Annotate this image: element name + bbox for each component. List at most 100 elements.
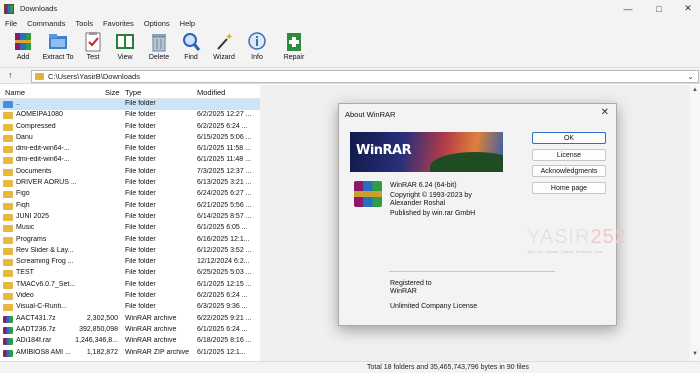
add-label: Add <box>16 54 30 61</box>
file-size: 2,302,500 <box>86 314 118 322</box>
license-button[interactable]: License <box>532 149 606 161</box>
file-row[interactable]: dmi-edit-win64-... File folder 6/1/2025 11… <box>0 144 260 155</box>
menu-favorites[interactable]: Favorites <box>98 19 139 28</box>
path-input[interactable]: C:\Users\YasirB\Downloads ⌄ <box>31 70 699 83</box>
delete-button[interactable]: Delete <box>143 31 175 65</box>
acknowledgments-button[interactable]: Acknowledgments <box>532 165 606 177</box>
banner-logo-text: WinRAR <box>356 143 412 158</box>
menu-commands[interactable]: Commands <box>22 19 70 28</box>
file-row[interactable]: AMIBIOS8 AMI ... 1,182,872 WinRAR ZIP arch… <box>0 348 260 359</box>
file-row[interactable]: ADi184f.rar 1,246,346,8... WinRAR archive 6… <box>0 336 260 347</box>
menu-file[interactable]: File <box>0 19 22 28</box>
file-name: Music <box>16 224 35 232</box>
about-dialog: About WinRAR ✕ WinRAR WinRAR 6.24 (64-bi… <box>338 103 626 326</box>
file-row[interactable]: TMACv6.0.7_Set... File folder 6/1/2025 12:… <box>0 280 260 291</box>
file-row[interactable]: Visual-C-Runti... File folder 6/3/2025 9:3… <box>0 302 260 313</box>
folder-icon <box>3 134 13 142</box>
chevron-down-icon[interactable]: ⌄ <box>687 72 694 81</box>
file-type: File folder <box>125 100 156 107</box>
file-type: File folder <box>125 201 156 209</box>
ok-button[interactable]: OK <box>532 132 606 144</box>
home-page-button[interactable]: Home page <box>532 182 606 194</box>
folder-icon <box>3 202 13 210</box>
find-button[interactable]: Find <box>175 31 207 65</box>
file-row[interactable]: Documents File folder 7/3/2025 12:37 ... <box>0 167 260 178</box>
info-label: Info <box>251 54 263 61</box>
extract-to-button[interactable]: Extract To <box>42 31 74 65</box>
file-modified: 6/1/2025 11:48 ... <box>197 156 251 164</box>
menu-help[interactable]: Help <box>175 19 200 28</box>
column-modified[interactable]: Modified <box>197 88 225 97</box>
parent-folder-icon <box>3 101 13 108</box>
scroll-up-icon[interactable]: ▲ <box>692 87 698 93</box>
window-title: Downloads <box>20 4 58 13</box>
up-arrow-icon[interactable]: ↑ <box>8 70 13 80</box>
vertical-scrollbar[interactable]: ▲ ▼ <box>690 85 700 361</box>
file-list: Name Size Type Modified .. File folder AOM… <box>0 85 260 361</box>
close-button[interactable]: ✕ <box>676 0 700 17</box>
file-name: dmi-edit-win64-... <box>16 156 70 164</box>
path-text: C:\Users\YasirB\Downloads <box>48 72 140 81</box>
menu-tools[interactable]: Tools <box>70 19 98 28</box>
file-name: TEST <box>16 269 34 277</box>
file-type: WinRAR ZIP archive <box>125 348 190 356</box>
folder-icon <box>3 146 13 154</box>
file-row[interactable]: Video File folder 6/2/2025 6:24 ... <box>0 291 260 302</box>
file-row[interactable]: Danu File folder 6/15/2025 5:06 ... <box>0 133 260 144</box>
file-row[interactable]: TEST File folder 6/25/2025 5:03 ... <box>0 268 260 279</box>
file-type: WinRAR archive <box>125 337 177 345</box>
file-row[interactable]: JUNI 2025 File folder 6/14/2025 8:57 ... <box>0 212 260 223</box>
file-modified: 6/16/2025 12:1... <box>197 235 250 243</box>
info-button[interactable]: Info <box>241 31 273 65</box>
file-row[interactable]: Rev Slider & Lay... File folder 6/12/2025 … <box>0 246 260 257</box>
file-row[interactable]: DRIVER AORUS ... File folder 6/13/2025 3:2… <box>0 178 260 189</box>
dialog-title: About WinRAR <box>345 110 396 119</box>
file-row[interactable]: dmi-edit-win64-... File folder 6/1/2025 11… <box>0 155 260 166</box>
file-type: WinRAR archive <box>125 314 177 322</box>
column-size[interactable]: Size <box>105 88 120 97</box>
file-type: File folder <box>125 133 156 141</box>
file-name: Visual-C-Runti... <box>16 303 67 311</box>
minimize-button[interactable]: — <box>616 0 640 17</box>
file-row[interactable]: Screaming Frog ... File folder 12/12/2024 … <box>0 257 260 268</box>
info-icon <box>247 31 267 52</box>
file-row[interactable]: AADT236.7z 392,850,098 WinRAR archive 6/1/2… <box>0 325 260 336</box>
file-type: File folder <box>125 292 156 300</box>
file-row[interactable]: Music File folder 6/1/2025 6:05 ... <box>0 223 260 234</box>
file-row[interactable]: Fiqh File folder 6/21/2025 5:56 ... <box>0 201 260 212</box>
file-type: File folder <box>125 280 156 288</box>
column-type[interactable]: Type <box>125 88 141 97</box>
folder-icon <box>3 213 13 221</box>
folder-icon <box>3 247 13 255</box>
dialog-close-icon[interactable]: ✕ <box>601 107 609 118</box>
file-row[interactable]: AOMEIPA1080 File folder 6/2/2025 12:27 ... <box>0 110 260 121</box>
file-row[interactable]: Compressed File folder 6/2/2025 6:24 ... <box>0 122 260 133</box>
publisher-text: Published by win.rar GmbH <box>390 210 476 217</box>
file-modified: 6/1/2025 6:24 ... <box>197 325 248 333</box>
column-name[interactable]: Name <box>5 88 25 97</box>
view-book-icon <box>115 31 135 52</box>
file-row[interactable]: AACT431.7z 2,302,500 WinRAR archive 6/22/20… <box>0 314 260 325</box>
file-name: Figo <box>16 190 30 198</box>
file-type: File folder <box>125 235 156 243</box>
scroll-down-icon[interactable]: ▼ <box>692 351 698 357</box>
file-modified: 6/15/2025 5:06 ... <box>197 133 252 141</box>
test-button[interactable]: Test <box>77 31 109 65</box>
add-archive-icon <box>13 31 33 52</box>
file-row[interactable]: .. File folder <box>0 99 260 111</box>
wizard-button[interactable]: ✦ Wizard <box>208 31 240 65</box>
view-button[interactable]: View <box>109 31 141 65</box>
add-button[interactable]: Add <box>7 31 39 65</box>
file-type: WinRAR archive <box>125 325 177 333</box>
file-row[interactable]: Programs File folder 6/16/2025 12:1... <box>0 235 260 246</box>
repair-button[interactable]: Repair <box>278 31 310 65</box>
file-modified: 6/13/2025 3:21 ... <box>197 179 252 187</box>
file-modified: 6/22/2025 9:21 ... <box>197 314 252 322</box>
file-row[interactable]: Figo File folder 6/24/2025 6:27 ... <box>0 189 260 200</box>
file-size: 1,246,346,8... <box>75 337 118 345</box>
maximize-button[interactable]: □ <box>647 0 671 17</box>
menu-options[interactable]: Options <box>139 19 175 28</box>
file-name: DRIVER AORUS ... <box>16 179 77 187</box>
file-name: JUNI 2025 <box>16 212 50 220</box>
watermark-tagline: Tips, Trik, Games, Tutorial, Software, T… <box>527 249 604 254</box>
